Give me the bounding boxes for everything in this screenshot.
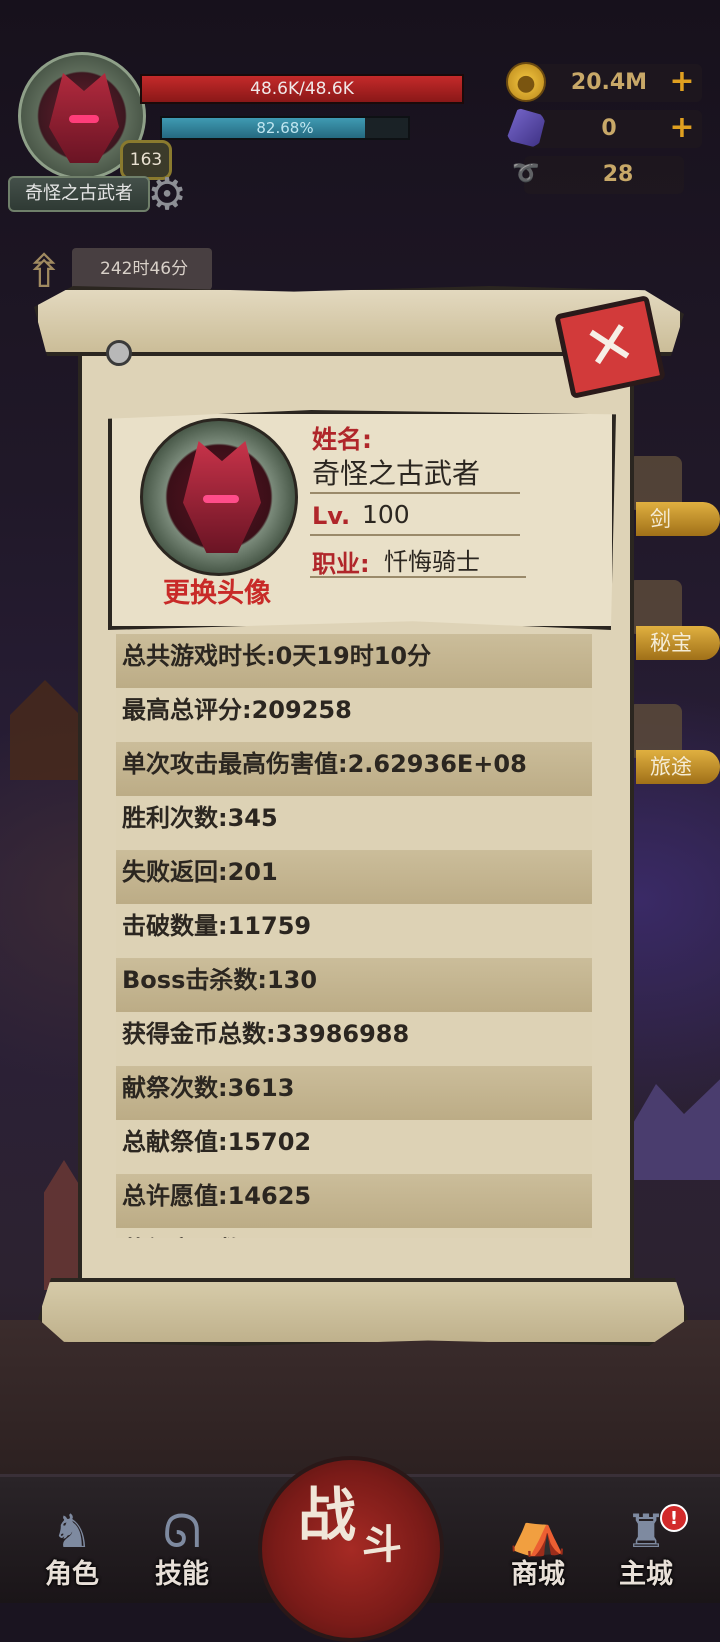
player-name-label: 奇怪之古武者 xyxy=(8,176,150,212)
level-value: 100 xyxy=(362,500,410,529)
nav-label: 角色 xyxy=(45,1559,99,1590)
battle-label-2: 斗 xyxy=(362,1522,402,1568)
side-menu-label: 秘宝 xyxy=(636,626,720,660)
battle-label-1: 战 xyxy=(298,1481,357,1549)
nav-label: 商城 xyxy=(511,1559,565,1590)
add-gold-button[interactable]: + xyxy=(668,64,696,102)
stat-row: 获得宝石数量:657 xyxy=(116,1228,592,1238)
job-label: 职业: xyxy=(312,550,370,578)
ram-horn-icon: ➰ xyxy=(512,161,540,186)
background-house xyxy=(10,680,80,780)
stat-row: 总共游戏时长:0天19时10分 xyxy=(116,634,592,688)
nav-role-button[interactable]: ♞ 角色 xyxy=(24,1501,120,1597)
city-alert-badge: ! xyxy=(660,1504,688,1532)
settings-gear-icon[interactable]: ⚙ xyxy=(144,172,190,218)
hp-bar: 48.6K/48.6K xyxy=(140,74,464,104)
gold-resource: ● 20.4M + xyxy=(506,62,702,102)
stat-row: 胜利次数:345 xyxy=(116,796,592,850)
battle-button[interactable]: 战 斗 xyxy=(258,1456,444,1642)
change-avatar-button[interactable]: 更换头像 xyxy=(150,574,284,614)
nav-label: 技能 xyxy=(155,1559,209,1590)
stat-row: 总许愿值:14625 xyxy=(116,1174,592,1228)
stat-row: 总献祭值:15702 xyxy=(116,1120,592,1174)
add-gem-button[interactable]: + xyxy=(668,110,696,148)
gold-coin-icon: ● xyxy=(506,62,546,102)
divider xyxy=(310,576,526,578)
name-value: 奇怪之古武者 xyxy=(312,457,481,490)
xp-text: 82.68% xyxy=(256,119,314,137)
gem-value: 0 xyxy=(601,116,617,141)
xp-bar: 82.68% xyxy=(160,116,410,140)
scroll-bottom-roll xyxy=(38,1278,688,1346)
divider xyxy=(310,492,520,494)
stat-row: 单次攻击最高伤害值:2.62936E+08 xyxy=(116,742,592,796)
key-resource: ➰ 28 xyxy=(512,156,684,194)
stat-row: 失败返回:201 xyxy=(116,850,592,904)
level-label: Lv. xyxy=(312,502,351,530)
nav-label: 主城 xyxy=(619,1559,673,1590)
gold-value: 20.4M xyxy=(570,70,648,95)
divider xyxy=(310,534,520,536)
nav-skills-button[interactable]: ᘏ 技能 xyxy=(134,1501,230,1597)
timer-text: 242时46分 xyxy=(72,248,212,290)
side-menu-label: 旅途 xyxy=(636,750,720,784)
stat-row: Boss击杀数:130 xyxy=(116,958,592,1012)
nav-shop-button[interactable]: ⛺ 商城 xyxy=(490,1501,586,1597)
stat-row: 击破数量:11759 xyxy=(116,904,592,958)
gem-resource: ◆ 0 + xyxy=(506,108,702,148)
stat-row: 献祭次数:3613 xyxy=(116,1066,592,1120)
stat-row: 最高总评分:209258 xyxy=(116,688,592,742)
job-value: 忏悔骑士 xyxy=(384,548,480,576)
stat-row: 获得金币总数:33986988 xyxy=(116,1012,592,1066)
key-value: 28 xyxy=(602,162,634,187)
helmet-eye-slit xyxy=(69,115,99,123)
name-label: 姓名: xyxy=(312,425,372,454)
side-menu-label: 剑 xyxy=(636,502,720,536)
hp-text: 48.6K/48.6K xyxy=(250,79,354,99)
pin-icon xyxy=(106,340,132,366)
profile-avatar[interactable] xyxy=(140,418,298,576)
stats-list[interactable]: 总共游戏时长:0天19时10分 最高总评分:209258 单次攻击最高伤害值:2… xyxy=(116,634,592,1238)
helmet-eye-slit xyxy=(203,495,239,503)
